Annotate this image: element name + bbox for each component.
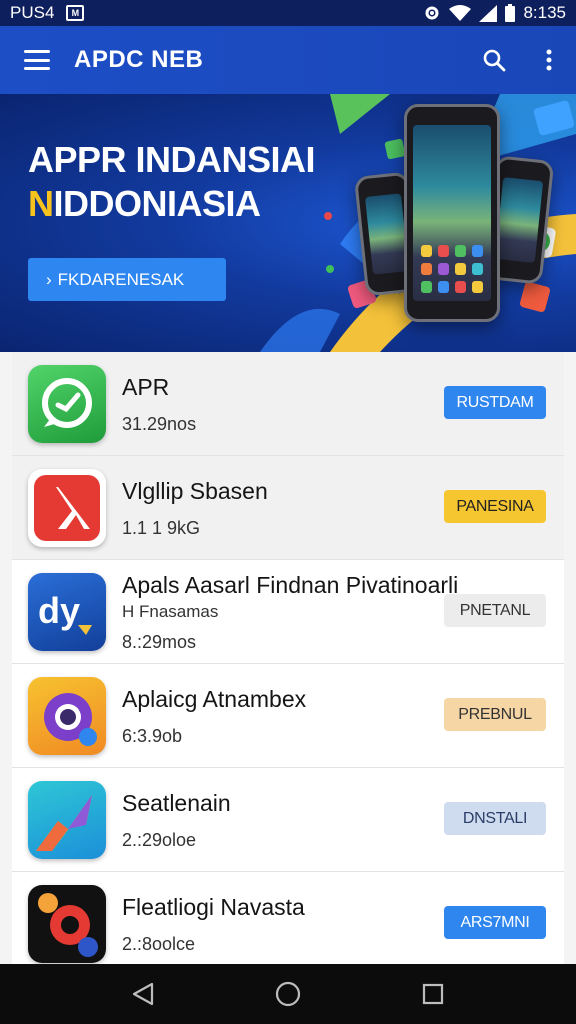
- settings-icon: [423, 4, 441, 22]
- install-button[interactable]: DNSTALI: [444, 802, 546, 835]
- lambda-icon: [28, 469, 106, 547]
- recents-icon[interactable]: [403, 969, 463, 1019]
- app-meta: 8.:29mos: [122, 632, 197, 652]
- install-button[interactable]: RUSTDAM: [444, 386, 546, 419]
- search-icon[interactable]: [482, 48, 506, 72]
- list-item[interactable]: Vlgllip Sbasen 1.1 1 9kG PANESINA: [12, 456, 564, 560]
- list-item[interactable]: dy Apals Aasarl Findnan Pivatinoarli H F…: [12, 560, 564, 664]
- app-meta: 2.:8oolce: [122, 934, 196, 954]
- app-list: APR 31.29nos RUSTDAM Vlgllip Sbasen 1.1 …: [12, 352, 564, 964]
- app-name: Apals Aasarl Findnan Pivatinoarli: [122, 572, 459, 598]
- app-meta: 31.29nos: [122, 414, 197, 434]
- more-vert-icon[interactable]: [546, 49, 552, 71]
- home-icon[interactable]: [258, 969, 318, 1019]
- app-bar-actions: [482, 48, 552, 72]
- wifi-icon: [449, 4, 472, 22]
- install-button[interactable]: PANESINA: [444, 490, 546, 523]
- app-name: Fleatliogi Navasta: [122, 894, 305, 920]
- app-name: APR: [122, 374, 170, 400]
- banner-cta-button[interactable]: › FKDARENESAK: [28, 258, 226, 301]
- screen: PUS4 M 8:135 APDC NEB APPR INDANSIAI NID…: [0, 0, 576, 1024]
- chevron-right-icon: ›: [46, 269, 52, 289]
- chat-bubble-icon: [28, 365, 106, 443]
- system-nav-bar: [0, 964, 576, 1024]
- app-meta: 2.:29oloe: [122, 830, 197, 850]
- app-bar: APDC NEB: [0, 26, 576, 94]
- banner-title-accent: N: [28, 183, 54, 224]
- status-left: PUS4 M: [10, 3, 85, 23]
- app-title: APDC NEB: [74, 46, 204, 73]
- arrow-icon: [28, 781, 106, 859]
- app-name: Aplaicg Atnambex: [122, 686, 307, 712]
- gear-icon: [28, 885, 106, 963]
- install-button[interactable]: ARS7MNI: [444, 906, 546, 939]
- carrier-text: PUS4: [10, 3, 55, 22]
- status-right: 8:135: [423, 3, 566, 23]
- app-meta: 6:3.9ob: [122, 726, 183, 746]
- clock-text: 8:135: [523, 3, 566, 22]
- banner-title: APPR INDANSIAI NIDDONIASIA: [28, 138, 368, 226]
- list-item[interactable]: APR 31.29nos RUSTDAM: [12, 352, 564, 456]
- install-button[interactable]: PNETANL: [444, 594, 546, 627]
- back-icon[interactable]: [113, 969, 173, 1019]
- notification-badge: M: [66, 5, 85, 21]
- lens-icon: [28, 677, 106, 755]
- install-button[interactable]: PREBNUL: [444, 698, 546, 731]
- promo-banner[interactable]: APPR INDANSIAI NIDDONIASIA › FKDARENESAK: [0, 94, 576, 352]
- app-name: Seatlenain: [122, 790, 231, 816]
- banner-title-line2: NIDDONIASIA: [28, 182, 368, 226]
- banner-title-line1: APPR INDANSIAI: [28, 139, 316, 180]
- list-item[interactable]: Aplaicg Atnambex 6:3.9ob PREBNUL: [12, 664, 564, 768]
- list-item[interactable]: Seatlenain 2.:29oloe DNSTALI: [12, 768, 564, 872]
- app-name: Vlgllip Sbasen: [122, 478, 268, 504]
- list-item[interactable]: Fleatliogi Navasta 2.:8oolce ARS7MNI: [12, 872, 564, 964]
- battery-icon: [505, 4, 516, 22]
- status-bar: PUS4 M 8:135: [0, 0, 576, 26]
- svg-text:dy: dy: [38, 590, 80, 631]
- phone-illustration-main: [404, 104, 500, 322]
- banner-title-line2-text: IDDONIASIA: [53, 183, 262, 224]
- signal-icon: [479, 4, 498, 22]
- menu-icon[interactable]: [24, 50, 50, 70]
- banner-cta-label: FKDARENESAK: [57, 269, 185, 289]
- app-subtitle: H Fnasamas: [122, 602, 219, 621]
- app-meta: 1.1 1 9kG: [122, 518, 201, 538]
- dy-logo-icon: dy: [28, 573, 106, 651]
